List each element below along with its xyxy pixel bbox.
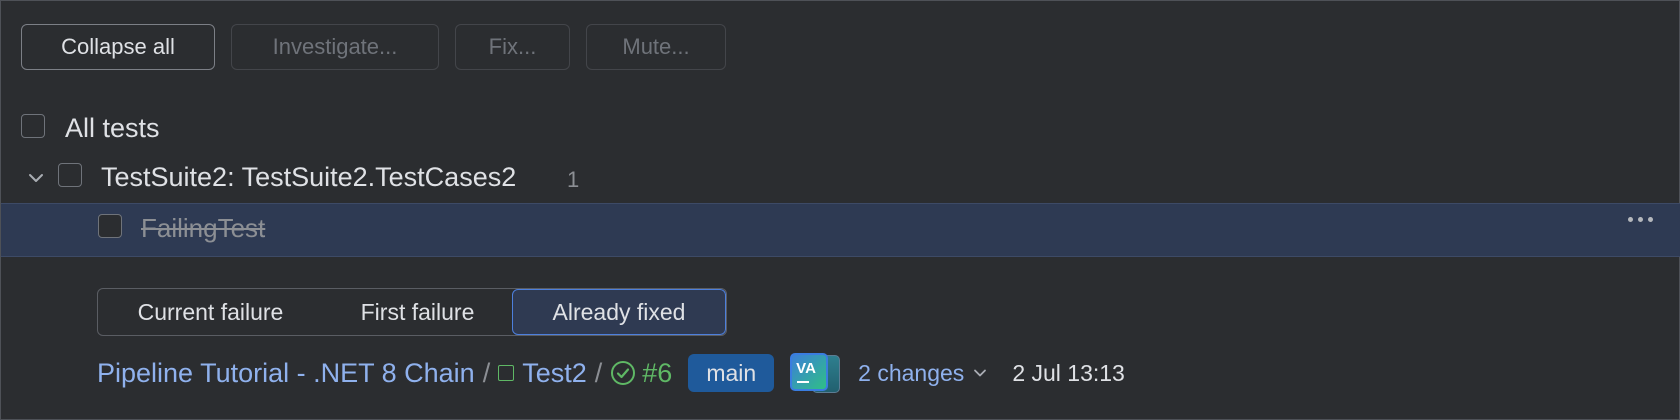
all-tests-label: All tests — [65, 113, 160, 143]
success-icon — [611, 361, 636, 385]
job-link[interactable]: Test2 — [522, 358, 587, 389]
tab-current-failure[interactable]: Current failure — [98, 289, 323, 335]
suite-checkbox[interactable] — [58, 163, 82, 187]
build-number-link[interactable]: #6 — [642, 358, 672, 389]
collapse-all-button[interactable]: Collapse all — [21, 24, 215, 70]
all-tests-checkbox[interactable] — [21, 114, 45, 138]
chevron-down-icon[interactable] — [27, 169, 45, 187]
more-icon[interactable] — [1628, 217, 1653, 222]
chevron-down-icon — [974, 369, 987, 377]
tab-already-fixed[interactable]: Already fixed — [512, 289, 726, 335]
pipeline-link[interactable]: Pipeline Tutorial - .NET 8 Chain — [97, 358, 475, 389]
fix-button[interactable]: Fix... — [455, 24, 570, 70]
test-panel: Collapse all Investigate... Fix... Mute.… — [0, 0, 1680, 420]
committer-avatars[interactable]: VA — [790, 353, 850, 393]
build-config-icon — [498, 365, 515, 381]
branch-badge[interactable]: main — [688, 354, 775, 392]
toolbar: Collapse all Investigate... Fix... Mute.… — [21, 24, 726, 72]
test-checkbox[interactable] — [98, 214, 122, 238]
changes-dropdown[interactable]: 2 changes — [858, 360, 988, 387]
mute-button[interactable]: Mute... — [586, 24, 726, 70]
test-label[interactable]: FailingTest — [141, 213, 265, 244]
separator: / — [594, 357, 603, 388]
suite-label[interactable]: TestSuite2: TestSuite2.TestCases2 — [101, 162, 516, 193]
build-info: Pipeline Tutorial - .NET 8 Chain / Test2… — [97, 353, 1125, 393]
separator: / — [482, 357, 491, 388]
failure-tabs: Current failure First failure Already fi… — [97, 288, 727, 336]
avatar: VA — [790, 353, 829, 391]
changes-label: 2 changes — [858, 359, 965, 386]
suite-count: 1 — [567, 167, 580, 192]
tab-first-failure[interactable]: First failure — [323, 289, 512, 335]
build-date: 2 Jul 13:13 — [1012, 359, 1125, 386]
investigate-button[interactable]: Investigate... — [231, 24, 439, 70]
